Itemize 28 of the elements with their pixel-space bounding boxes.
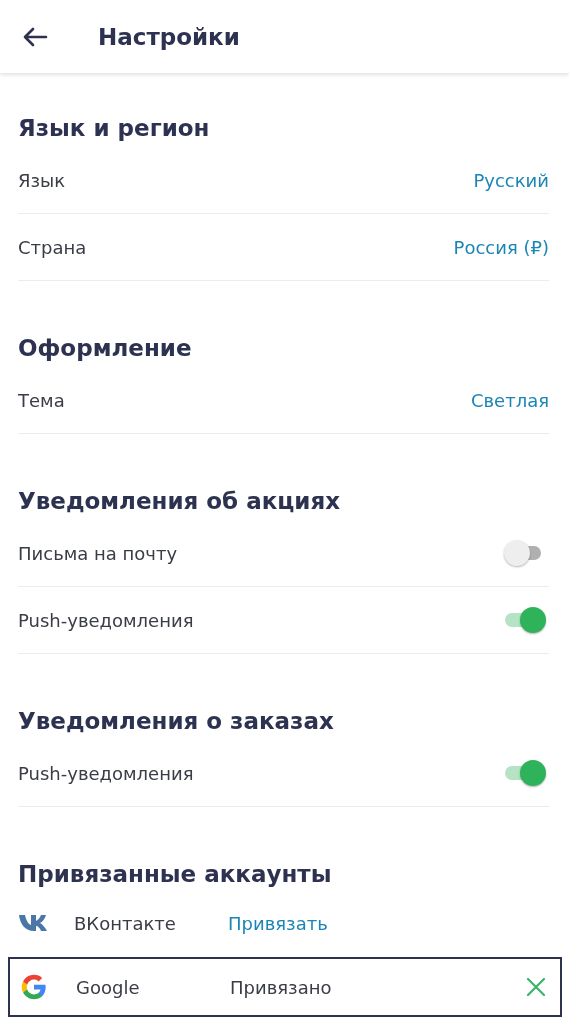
vk-logo-icon: [18, 913, 50, 933]
account-name: ВКонтакте: [74, 912, 177, 934]
account-row[interactable]: ВКонтакте Привязать: [0, 893, 569, 953]
setting-value-link[interactable]: Русский: [473, 169, 549, 191]
setting-label: Язык: [18, 169, 66, 191]
setting-value-link[interactable]: Светлая: [470, 389, 549, 411]
google-logo-icon: [20, 973, 48, 1001]
account-status: Привязано: [230, 976, 333, 998]
setting-label: Push-уведомления: [18, 609, 194, 631]
setting-label: Push-уведомления: [18, 762, 194, 784]
setting-label: Страна: [18, 236, 87, 258]
setting-label: Тема: [18, 389, 65, 411]
section-heading: Уведомления о заказах: [18, 707, 335, 736]
toggle-switch[interactable]: [503, 758, 547, 788]
account-row[interactable]: Google Привязано: [8, 957, 562, 1017]
back-arrow-icon: [22, 26, 48, 47]
screen-title: Настройки: [98, 23, 240, 50]
toggle-switch[interactable]: [503, 605, 547, 635]
section-heading: Привязанные аккаунты: [17, 860, 333, 889]
section-heading: Язык и регион: [18, 114, 211, 143]
close-button[interactable]: [524, 975, 548, 999]
setting-value-link[interactable]: Россия (₽): [453, 236, 549, 258]
link-account-link[interactable]: Привязать: [228, 912, 328, 934]
section-heading: Оформление: [18, 334, 193, 363]
setting-label: Письма на почту: [18, 542, 178, 564]
account-name: Google: [76, 976, 141, 998]
section-heading: Уведомления об акциях: [18, 487, 342, 516]
close-icon: [526, 977, 546, 997]
